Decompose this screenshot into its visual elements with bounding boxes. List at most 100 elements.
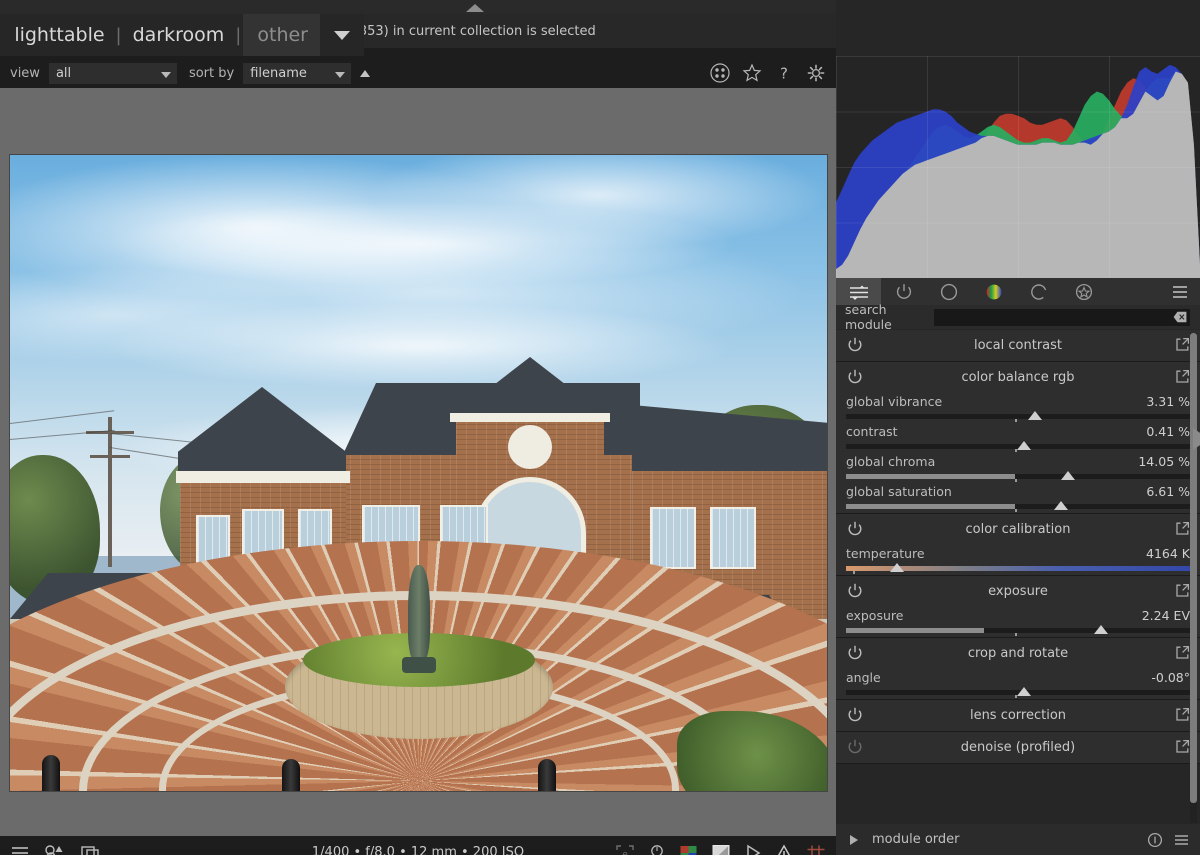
star-icon[interactable] bbox=[742, 63, 762, 83]
view-tab-darkroom[interactable]: darkroom bbox=[124, 24, 234, 46]
module-power-icon[interactable] bbox=[846, 368, 864, 390]
slider-default-marker bbox=[1014, 449, 1017, 452]
module-detach-icon[interactable] bbox=[1175, 707, 1190, 726]
view-filter-dropdown[interactable]: all bbox=[48, 62, 177, 84]
module-header[interactable]: crop and rotate bbox=[836, 638, 1200, 669]
module-power-icon[interactable] bbox=[846, 520, 864, 542]
slider-label: exposure bbox=[846, 608, 904, 623]
photo-entry-trim bbox=[450, 413, 610, 422]
slider-track[interactable] bbox=[846, 628, 1190, 636]
module-power-icon[interactable] bbox=[846, 706, 864, 728]
photo-bollard bbox=[42, 755, 60, 791]
hamburger-menu-icon[interactable] bbox=[1173, 833, 1190, 847]
effects-group-tab[interactable] bbox=[1061, 278, 1106, 305]
color-wheel-icon bbox=[986, 284, 1001, 299]
module-power-icon[interactable] bbox=[846, 738, 864, 760]
help-question-icon[interactable]: ? bbox=[774, 63, 794, 83]
edited-photo[interactable] bbox=[10, 155, 827, 791]
slider-value: 14.05 % bbox=[1138, 454, 1190, 469]
gear-icon[interactable] bbox=[806, 63, 826, 83]
module-header[interactable]: exposure bbox=[836, 576, 1200, 607]
slider-label: contrast bbox=[846, 424, 898, 439]
slider-label: global chroma bbox=[846, 454, 936, 469]
view-tab-other[interactable]: other bbox=[243, 14, 320, 56]
chevron-down-icon bbox=[160, 71, 171, 78]
presets-menu-tab[interactable] bbox=[1160, 278, 1200, 305]
grid-dots-icon[interactable] bbox=[710, 63, 730, 83]
module-detach-icon[interactable] bbox=[1175, 583, 1190, 602]
slider-track[interactable] bbox=[846, 474, 1190, 482]
module-power-icon[interactable] bbox=[846, 582, 864, 604]
slider-thumb[interactable] bbox=[1061, 471, 1076, 480]
slider-global-saturation[interactable]: global saturation 6.61 % bbox=[836, 483, 1200, 513]
active-modules-tab[interactable] bbox=[836, 278, 881, 305]
sort-field-dropdown[interactable]: filename bbox=[243, 62, 352, 84]
view-separator: | bbox=[235, 24, 242, 46]
view-filter-value: all bbox=[55, 65, 72, 81]
module-order-icons bbox=[1147, 832, 1190, 848]
bottom-status-bar: 1/400 • f/8.0 • 12 mm • 200 ISO e bbox=[0, 836, 836, 855]
module-header[interactable]: color calibration bbox=[836, 514, 1200, 545]
slider-contrast[interactable]: contrast 0.41 % bbox=[836, 423, 1200, 453]
module-power-icon[interactable] bbox=[846, 644, 864, 666]
scrollbar-thumb[interactable] bbox=[1190, 333, 1197, 803]
clear-backspace-icon[interactable] bbox=[1173, 311, 1187, 323]
focus-peaking-icon[interactable]: e bbox=[615, 844, 635, 855]
lightbulb-icon[interactable] bbox=[648, 844, 666, 855]
softproof-icon[interactable] bbox=[744, 844, 762, 855]
module-detach-icon[interactable] bbox=[1175, 739, 1190, 758]
view-label: view bbox=[10, 65, 40, 81]
tone-group-tab[interactable] bbox=[926, 278, 971, 305]
slider-thumb[interactable] bbox=[1017, 687, 1032, 696]
image-canvas[interactable] bbox=[0, 88, 836, 836]
module-lens-correction: lens correction bbox=[836, 700, 1200, 732]
module-header[interactable]: color balance rgb bbox=[836, 362, 1200, 393]
slider-thumb[interactable] bbox=[889, 563, 904, 572]
module-header[interactable]: lens correction bbox=[836, 700, 1200, 731]
slider-global-vibrance[interactable]: global vibrance 3.31 % bbox=[836, 393, 1200, 423]
collapse-arrow-icon[interactable] bbox=[466, 4, 484, 12]
module-detach-icon[interactable] bbox=[1175, 521, 1190, 540]
module-detach-icon[interactable] bbox=[1175, 337, 1190, 356]
slider-thumb[interactable] bbox=[1053, 501, 1068, 510]
module-detach-icon[interactable] bbox=[1175, 645, 1190, 664]
module-power-icon[interactable] bbox=[846, 336, 864, 358]
module-order-bar[interactable]: module order bbox=[836, 824, 1200, 855]
slider-thumb[interactable] bbox=[1028, 411, 1043, 420]
photo-statue-base bbox=[401, 657, 436, 673]
svg-text:e: e bbox=[622, 850, 628, 855]
slider-global-chroma[interactable]: global chroma 14.05 % bbox=[836, 453, 1200, 483]
correction-group-tab[interactable] bbox=[1016, 278, 1061, 305]
slider-value: 3.31 % bbox=[1146, 394, 1190, 409]
module-detach-icon[interactable] bbox=[1175, 369, 1190, 388]
module-header[interactable]: local contrast bbox=[836, 330, 1200, 361]
slider-track[interactable] bbox=[846, 504, 1190, 512]
technical-group-tab[interactable] bbox=[881, 278, 926, 305]
guides-overlay-icon[interactable] bbox=[806, 844, 826, 855]
histogram[interactable] bbox=[836, 56, 1200, 278]
panel-scrollbar[interactable] bbox=[1190, 333, 1197, 823]
module-header[interactable]: denoise (profiled) bbox=[836, 732, 1200, 763]
module-title: crop and rotate bbox=[967, 646, 1069, 661]
star-globe-icon bbox=[1075, 283, 1092, 300]
sort-direction-icon[interactable] bbox=[360, 69, 371, 77]
chevron-down-icon[interactable] bbox=[334, 30, 350, 40]
slider-temperature[interactable]: temperature 4164 K bbox=[836, 545, 1200, 575]
search-input[interactable] bbox=[934, 308, 1190, 326]
raw-overexposed-icon[interactable] bbox=[775, 843, 793, 855]
slider-angle[interactable]: angle -0.08° bbox=[836, 669, 1200, 699]
slider-thumb[interactable] bbox=[1093, 625, 1108, 634]
gamut-check-icon[interactable] bbox=[711, 844, 731, 855]
slider-label: global saturation bbox=[846, 484, 952, 499]
slider-thumb[interactable] bbox=[1017, 441, 1032, 450]
triangle-right-icon[interactable] bbox=[850, 834, 858, 845]
slider-track[interactable] bbox=[846, 414, 1190, 422]
view-tab-lighttable[interactable]: lighttable bbox=[5, 24, 113, 46]
slider-exposure[interactable]: exposure 2.24 EV bbox=[836, 607, 1200, 637]
color-group-tab[interactable] bbox=[971, 278, 1016, 305]
module-group-tabs bbox=[836, 278, 1200, 305]
color-assessment-icon[interactable] bbox=[679, 844, 698, 855]
info-circle-icon[interactable] bbox=[1147, 832, 1163, 848]
search-module-label: search module bbox=[845, 302, 892, 332]
module-list: local contrast color balance rgb global vi… bbox=[836, 330, 1200, 824]
